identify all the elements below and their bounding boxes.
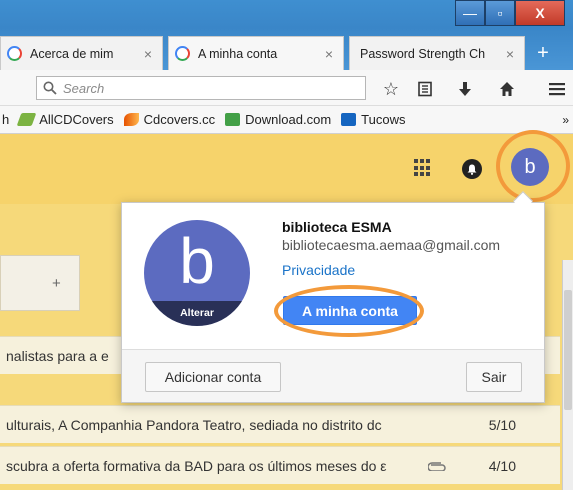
- tab-label: Password Strength Ch: [360, 46, 486, 61]
- download-site-icon: [225, 113, 241, 126]
- bookmark-label: Cdcovers.cc: [143, 112, 216, 127]
- account-name: biblioteca ESMA: [282, 219, 392, 235]
- email-date: 4/10: [488, 457, 516, 474]
- email-date: 5/10: [488, 416, 516, 433]
- highlight-ring: [274, 285, 424, 337]
- bookmark-allcdcovers[interactable]: AllCDCovers: [16, 112, 114, 127]
- menu-icon[interactable]: [546, 78, 568, 100]
- minimize-button[interactable]: —: [455, 0, 485, 26]
- email-row[interactable]: ulturais, A Companhia Pandora Teatro, se…: [0, 405, 560, 443]
- cd-icon: [123, 113, 139, 126]
- email-snippet: ulturais, A Companhia Pandora Teatro, se…: [6, 416, 382, 433]
- bookmark-label: h: [2, 112, 10, 127]
- apps-grid-icon[interactable]: [414, 159, 432, 177]
- bookmark-cdcovers[interactable]: Cdcovers.cc: [123, 112, 216, 127]
- google-icon: [7, 46, 22, 61]
- tab-a-minha-conta[interactable]: A minha conta ×: [168, 36, 344, 70]
- leaf-icon: [16, 113, 37, 126]
- tab-close-icon[interactable]: ×: [325, 46, 333, 62]
- tab-acerca-de-mim[interactable]: Acerca de mim ×: [0, 36, 163, 70]
- maximize-button[interactable]: ▫: [485, 0, 515, 26]
- attachment-icon: [427, 458, 446, 474]
- tab-label: Acerca de mim: [30, 46, 114, 61]
- search-placeholder: Search: [63, 80, 105, 96]
- sign-out-button[interactable]: Sair: [466, 362, 522, 392]
- reading-list-icon[interactable]: [414, 78, 436, 100]
- inbox-tabs-bar: [0, 255, 80, 311]
- bookmark-label: AllCDCovers: [39, 112, 114, 127]
- google-icon: [175, 46, 190, 61]
- bookmark-star-icon[interactable]: ☆: [380, 78, 402, 100]
- bookmark-tucows[interactable]: Tucows: [341, 112, 405, 127]
- bookmark-download[interactable]: Download.com: [225, 112, 331, 127]
- add-account-button[interactable]: Adicionar conta: [145, 362, 281, 392]
- tucows-icon: [341, 113, 357, 126]
- gmail-header: [0, 134, 573, 204]
- tab-close-icon[interactable]: ×: [506, 46, 514, 62]
- email-row[interactable]: scubra a oferta formativa da BAD para os…: [0, 446, 560, 484]
- avatar-letter: b: [179, 225, 215, 297]
- new-tab-button[interactable]: +: [528, 40, 558, 66]
- highlight-ring: [496, 130, 570, 202]
- tab-close-icon[interactable]: ×: [144, 46, 152, 62]
- search-input[interactable]: Search: [36, 76, 366, 100]
- notifications-bell-icon[interactable]: [462, 159, 482, 179]
- close-window-button[interactable]: X: [515, 0, 565, 26]
- privacy-link[interactable]: Privacidade: [282, 262, 355, 278]
- tab-password-strength[interactable]: Password Strength Ch ×: [349, 36, 525, 70]
- account-avatar-large[interactable]: b Alterar: [144, 220, 250, 326]
- search-icon: [43, 81, 57, 95]
- bookmark-label: Download.com: [245, 112, 332, 127]
- email-snippet: scubra a oferta formativa da BAD para os…: [6, 457, 387, 474]
- change-photo-label[interactable]: Alterar: [144, 301, 250, 326]
- tab-label: A minha conta: [198, 46, 278, 61]
- bookmarks-bar: h AllCDCovers Cdcovers.cc Download.com T…: [0, 106, 573, 134]
- download-icon[interactable]: [454, 78, 476, 100]
- bookmarks-overflow-icon[interactable]: »: [562, 113, 569, 127]
- bookmark-label: Tucows: [361, 112, 406, 127]
- add-tab-button[interactable]: +: [52, 275, 61, 292]
- scrollbar-thumb[interactable]: [564, 290, 572, 410]
- bookmark-item[interactable]: h: [2, 112, 9, 127]
- home-icon[interactable]: [496, 78, 518, 100]
- account-email: bibliotecaesma.aemaa@gmail.com: [282, 237, 501, 253]
